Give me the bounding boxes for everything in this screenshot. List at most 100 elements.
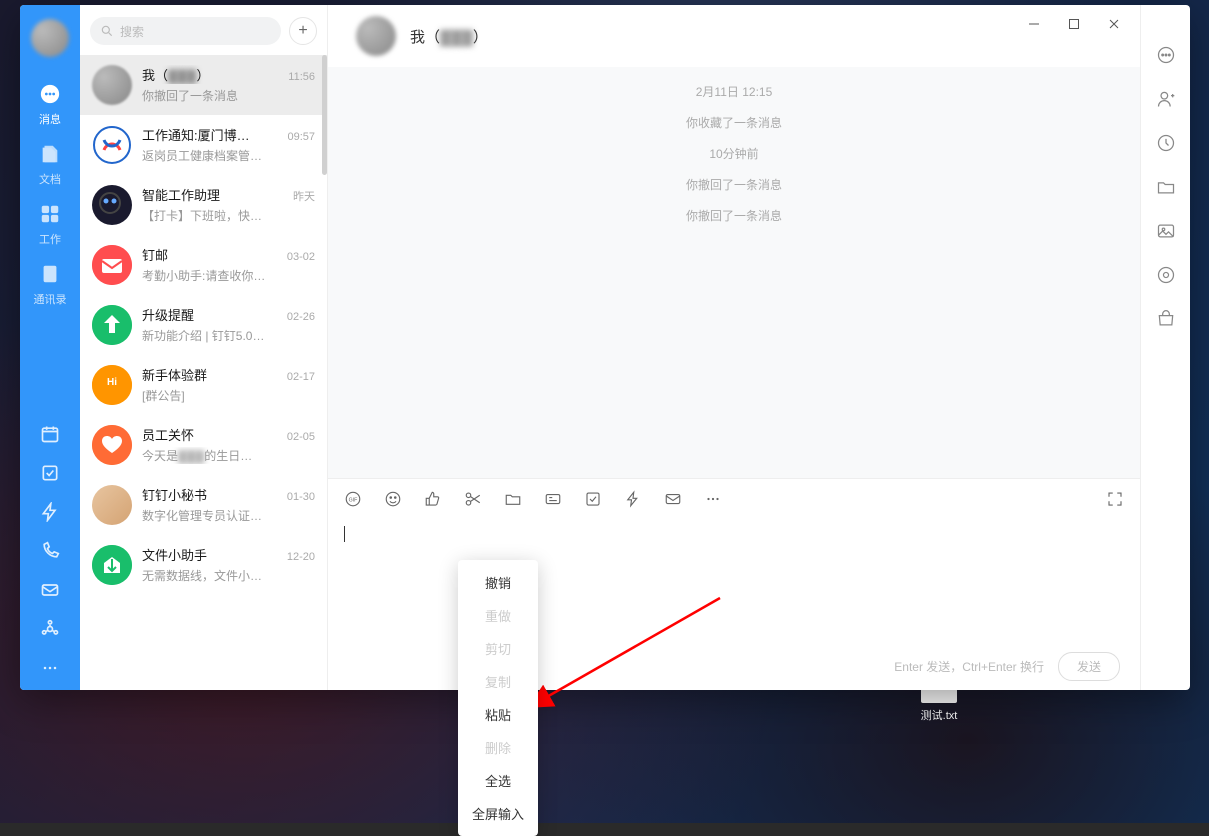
system-message: 你撤回了一条消息 [686,207,782,224]
conversation-avatar [92,545,132,585]
nav-work[interactable]: 工作 [20,195,80,255]
apps-icon [20,203,80,228]
gif-icon[interactable]: GIF [344,490,362,508]
conversation-time: 12-20 [287,551,315,563]
folder-open-icon[interactable] [1156,177,1176,197]
message-input[interactable] [328,518,1140,642]
chat-title-suffix: ） [473,29,488,46]
context-menu-item[interactable]: 撤销 [458,566,538,599]
nav-docs[interactable]: 文档 [20,135,80,195]
conversation-time: 03-02 [287,251,315,263]
context-menu-item[interactable]: 全选 [458,764,538,797]
card-icon[interactable] [544,490,562,508]
conversation-list[interactable]: 我（▓▓▓） 11:56 你撤回了一条消息工作通知:厦门博…09:57返岗员工健康档… [80,55,327,595]
nav-messages[interactable]: 消息 [20,75,80,135]
conversation-time: 昨天 [293,188,315,204]
scissors-icon[interactable] [464,490,482,508]
add-user-icon[interactable] [1156,89,1176,109]
maximize-button[interactable] [1054,11,1094,37]
conversation-name: 工作通知:厦门博… [142,125,250,144]
context-menu: 撤销重做剪切复制粘贴删除全选全屏输入 [458,560,538,836]
conversation-item[interactable]: 智能工作助理 昨天【打卡】下班啦，快… [80,175,327,235]
mail-icon[interactable] [664,490,682,508]
conversation-name: 钉邮 [142,245,168,264]
conversation-name: 升级提醒 [142,305,194,324]
add-button[interactable]: + [289,17,317,45]
conversation-preview: 返岗员工健康档案管… [142,147,315,164]
conversation-avatar [92,245,132,285]
nav-flash[interactable] [20,495,80,534]
conversation-avatar [92,425,132,465]
desktop-file-label: 测试.txt [914,707,964,723]
conversation-preview: 你撤回了一条消息 [142,87,315,104]
conversation-name: 新手体验群 [142,365,207,384]
emoji-icon[interactable] [384,490,402,508]
svg-text:Hi: Hi [107,377,117,388]
conversation-name: 钉钉小秘书 [142,485,207,504]
nav-contacts[interactable]: 通讯录 [20,255,80,315]
nav-phone[interactable] [20,534,80,573]
chat-message-area[interactable]: 2月11日 12:15你收藏了一条消息10分钟前你撤回了一条消息你撤回了一条消息 [328,67,1140,478]
nav-work-label: 工作 [39,234,61,246]
flash-icon[interactable] [624,490,642,508]
chat-title-redacted: ▓▓▓ [440,29,473,46]
conversation-item[interactable]: 员工关怀02-05今天是▓▓▓的生日… [80,415,327,475]
conversation-preview: 【打卡】下班啦，快… [142,207,315,224]
conversation-preview: 今天是▓▓▓的生日… [142,447,315,464]
conversation-item[interactable]: 升级提醒02-26新功能介绍 | 钉钉5.0… [80,295,327,355]
nav-messages-label: 消息 [39,114,61,126]
conversation-item[interactable]: Hi新手体验群02-17[群公告] [80,355,327,415]
image-icon[interactable] [1156,221,1176,241]
chat-bubble-icon [20,83,80,108]
conversation-avatar [92,485,132,525]
nav-more[interactable] [20,651,80,690]
nav-calendar[interactable] [20,417,80,456]
conversation-item[interactable]: 工作通知:厦门博…09:57返岗员工健康档案管… [80,115,327,175]
context-menu-item: 删除 [458,731,538,764]
search-placeholder: 搜索 [120,23,144,40]
system-message: 你撤回了一条消息 [686,176,782,193]
history-icon[interactable] [1156,133,1176,153]
context-menu-item[interactable]: 全屏输入 [458,797,538,830]
input-footer: Enter 发送，Ctrl+Enter 换行 发送 [328,642,1140,690]
system-message: 2月11日 12:15 [696,83,773,100]
search-row: 搜索 + [80,5,327,55]
context-menu-item: 重做 [458,599,538,632]
chat-ellipsis-icon[interactable] [1156,45,1176,65]
conversation-name: 智能工作助理 [142,185,220,204]
conversation-preview: 无需数据线，文件小… [142,567,315,584]
conversation-name: 员工关怀 [142,425,194,444]
nav-contacts-label: 通讯录 [34,294,67,306]
conversation-name: 我（▓▓▓） [142,65,209,84]
nav-mail[interactable] [20,573,80,612]
conversation-item[interactable]: 钉钉小秘书 01-30 数字化管理专员认证… [80,475,327,535]
chat-title: 我（▓▓▓） [410,26,488,47]
conversation-time: 01-30 [287,491,315,503]
conversation-item[interactable]: 钉邮03-02考勤小助手:请查收你… [80,235,327,295]
nav-tasks[interactable] [20,456,80,495]
chat-title-prefix: 我（ [410,29,440,46]
nav-cloud[interactable] [20,612,80,651]
svg-text:GIF: GIF [349,497,358,503]
conversation-item[interactable]: 我（▓▓▓） 11:56 你撤回了一条消息 [80,55,327,115]
close-button[interactable] [1094,11,1134,37]
conversation-time: 11:56 [288,71,315,83]
more-icon[interactable] [704,490,722,508]
conversation-preview: 新功能介绍 | 钉钉5.0… [142,327,315,344]
context-menu-item[interactable]: 粘贴 [458,698,538,731]
search-input[interactable]: 搜索 [90,17,281,45]
minimize-button[interactable] [1014,11,1054,37]
user-avatar[interactable] [31,19,69,57]
conversation-preview: 数字化管理专员认证… [142,507,315,524]
link-icon[interactable] [1156,265,1176,285]
folder-icon[interactable] [504,490,522,508]
chat-header-avatar[interactable] [356,16,396,56]
fullscreen-icon[interactable] [1106,490,1124,508]
conversation-item[interactable]: 文件小助手12-20无需数据线，文件小… [80,535,327,595]
thumbs-up-icon[interactable] [424,490,442,508]
right-toolbar [1140,5,1190,690]
shop-icon[interactable] [1156,309,1176,329]
conversation-time: 02-17 [287,371,315,383]
send-button[interactable]: 发送 [1058,652,1120,681]
checkbox-icon[interactable] [584,490,602,508]
